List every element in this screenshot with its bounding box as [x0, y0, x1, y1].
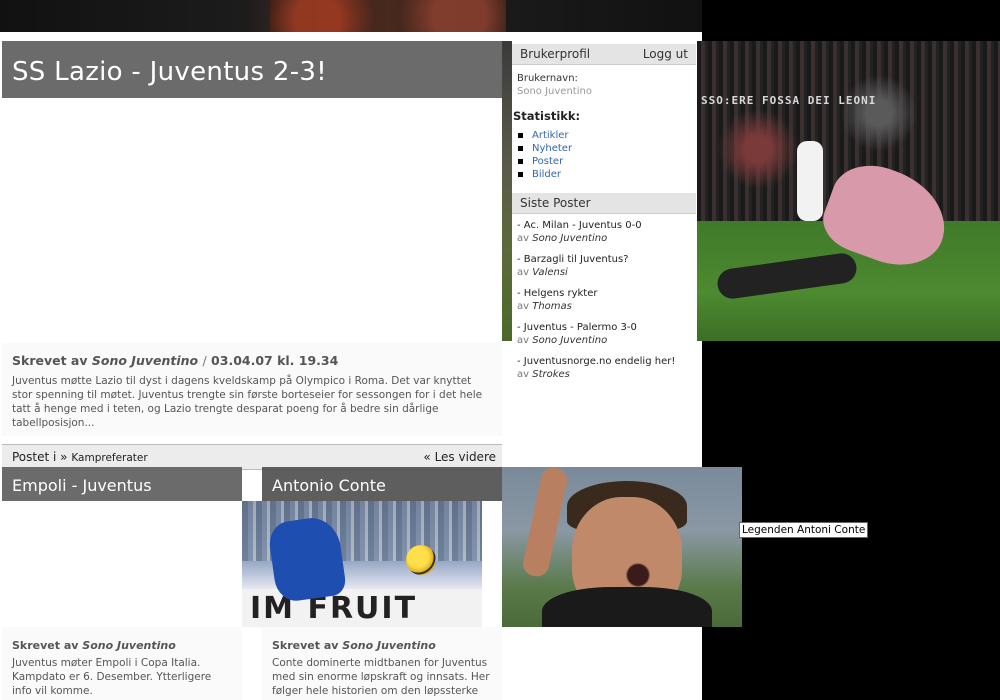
byline-prefix: Skrevet av — [12, 353, 88, 368]
post-title-link[interactable]: - Helgens rykter — [517, 288, 691, 300]
player-figure — [797, 141, 823, 221]
list-item: - Juventusnorge.no endelig her! av Strok… — [517, 356, 691, 381]
post-byline: av Sono Juventino — [517, 334, 691, 347]
post-author-link[interactable]: Sono Juventino — [532, 233, 607, 244]
top-banner — [0, 0, 702, 32]
shirt — [542, 587, 712, 627]
category-link[interactable]: Kampreferater — [71, 452, 147, 464]
article-title[interactable]: SS Lazio - Juventus 2-3! — [2, 41, 502, 98]
raised-arm — [520, 467, 570, 579]
article-title[interactable]: Antonio Conte — [262, 467, 502, 501]
article-date: 03.04.07 kl. 19.34 — [211, 353, 339, 368]
by-label: av — [517, 335, 530, 346]
list-item: - Juventus - Palermo 3-0 av Sono Juventi… — [517, 322, 691, 347]
stats-list: Artikler Nyheter Poster Bilder — [518, 129, 691, 181]
post-byline: av Thomas — [517, 300, 691, 313]
profile-heading: Brukerprofil — [520, 47, 591, 61]
banner-photo — [270, 0, 506, 32]
byline: Skrevet av Sono Juventino / 03.04.07 kl.… — [12, 353, 492, 368]
stats-heading: Statistikk: — [513, 109, 581, 123]
stadium-banner-text: SSO:ERE FOSSA DEI LEONI — [701, 94, 877, 107]
article-title[interactable]: Empoli - Juventus — [2, 467, 242, 501]
post-author-link[interactable]: Sono Juventino — [532, 335, 607, 346]
recent-posts-heading: Siste Poster — [520, 196, 591, 210]
article-meta: Skrevet av Sono Juventino Conte dominert… — [262, 627, 502, 700]
by-label: av — [517, 301, 530, 312]
by-label: av — [517, 233, 530, 244]
post-title-link[interactable]: - Juventus - Palermo 3-0 — [517, 322, 691, 334]
post-title-link[interactable]: - Ac. Milan - Juventus 0-0 — [517, 220, 691, 232]
byline-prefix: Skrevet av — [272, 639, 339, 652]
post-title-link[interactable]: - Juventusnorge.no endelig her! — [517, 356, 691, 368]
post-author-link[interactable]: Strokes — [532, 369, 570, 380]
post-author-link[interactable]: Valensi — [532, 267, 568, 278]
post-title-link[interactable]: - Barzagli til Juventus? — [517, 254, 691, 266]
byline: Skrevet av Sono Juventino — [12, 639, 232, 652]
by-label: av — [517, 369, 530, 380]
stats-link-poster[interactable]: Poster — [518, 155, 691, 168]
stats-link-bilder[interactable]: Bilder — [518, 168, 691, 181]
post-author-link[interactable]: Thomas — [532, 301, 572, 312]
author-link[interactable]: Sono Juventino — [82, 639, 176, 652]
list-item: - Helgens rykter av Thomas — [517, 288, 691, 313]
article-excerpt: Juventus møtte Lazio til dyst i dagens k… — [12, 375, 483, 429]
byline: Skrevet av Sono Juventino — [272, 639, 492, 652]
article-excerpt: Juventus møter Empoli i Copa Italia. Kam… — [12, 657, 212, 697]
profile-block: Brukernavn: Sono Juventino Statistikk: A… — [512, 65, 696, 189]
article-excerpt: Conte dominerte midtbanen for Juventus m… — [272, 657, 490, 700]
username-value: Sono Juventino — [517, 86, 592, 97]
article-empoli-juventus: Empoli - Juventus Skrevet av Sono Juvent… — [2, 467, 242, 700]
byline-prefix: Skrevet av — [12, 639, 79, 652]
article-body-area — [262, 501, 502, 627]
post-byline: av Strokes — [517, 368, 691, 381]
post-byline: av Sono Juventino — [517, 232, 691, 245]
recent-posts-list: - Ac. Milan - Juventus 0-0 av Sono Juven… — [512, 214, 696, 396]
stats-link-nyheter[interactable]: Nyheter — [518, 142, 691, 155]
article-antonio-conte: Antonio Conte Skrevet av Sono Juventino … — [262, 467, 502, 700]
stats-link-artikler[interactable]: Artikler — [518, 129, 691, 142]
profile-header: Brukerprofil Logg ut — [512, 44, 696, 65]
post-byline: av Valensi — [517, 266, 691, 279]
byline-separator: / — [202, 353, 207, 368]
list-item: - Barzagli til Juventus? av Valensi — [517, 254, 691, 279]
image-tooltip: Legenden Antoni Conte — [739, 522, 869, 538]
article-body-area — [2, 98, 502, 343]
read-more-link[interactable]: « Les videre — [423, 450, 496, 464]
photo-strip — [502, 41, 512, 341]
article-meta: Skrevet av Sono Juventino / 03.04.07 kl.… — [2, 343, 502, 436]
username-label: Brukernavn: — [517, 73, 578, 84]
sidebar: Brukerprofil Logg ut Brukernavn: Sono Ju… — [512, 44, 696, 396]
article-lazio-juventus: SS Lazio - Juventus 2-3! Skrevet av Sono… — [2, 41, 502, 470]
posted-in-label: Postet i » — [12, 450, 68, 464]
article-meta: Skrevet av Sono Juventino Juventus møter… — [2, 627, 242, 700]
posted-in: Postet i » Kampreferater — [12, 450, 148, 464]
article-body-area — [2, 501, 242, 627]
by-label: av — [517, 267, 530, 278]
conte-photo[interactable] — [502, 467, 742, 627]
recent-posts-header: Siste Poster — [512, 193, 696, 214]
author-link[interactable]: Sono Juventino — [92, 353, 198, 368]
logout-link[interactable]: Logg ut — [643, 47, 688, 61]
author-link[interactable]: Sono Juventino — [342, 639, 436, 652]
goalkeeper-photo[interactable]: SSO:ERE FOSSA DEI LEONI — [697, 41, 1000, 341]
list-item: - Ac. Milan - Juventus 0-0 av Sono Juven… — [517, 220, 691, 245]
